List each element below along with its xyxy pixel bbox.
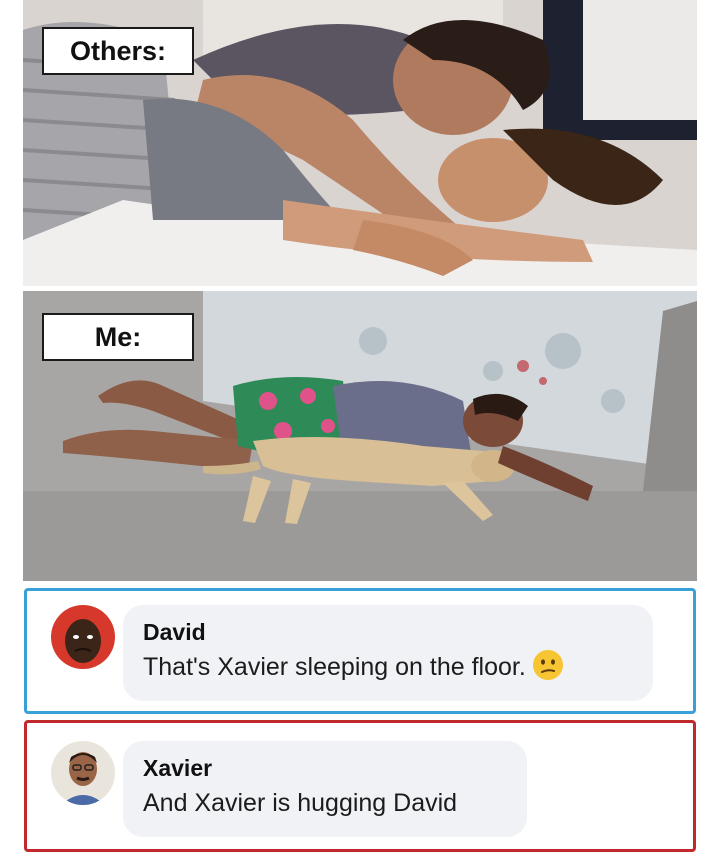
comment-card-david: David That's Xavier sleeping on the floo… [24, 588, 696, 714]
comment-text-content: That's Xavier sleeping on the floor. [143, 653, 526, 681]
comment-text: And Xavier is hugging David [143, 789, 458, 817]
comment-card-xavier: Xavier And Xavier is hugging David [24, 720, 696, 852]
confused-face-icon [532, 649, 564, 681]
avatar-xavier[interactable] [51, 741, 115, 805]
caption-others: Others: [42, 27, 194, 75]
avatar-david-icon [51, 605, 115, 669]
caption-me: Me: [42, 313, 194, 361]
avatar-david[interactable] [51, 605, 115, 669]
comment-bubble-david: David That's Xavier sleeping on the floo… [123, 605, 653, 701]
comment-text: That's Xavier sleeping on the floor. [143, 647, 633, 687]
comment-author[interactable]: Xavier [143, 753, 507, 783]
avatar-xavier-icon [51, 741, 115, 805]
comment-bubble-xavier: Xavier And Xavier is hugging David [123, 741, 527, 837]
comment-author[interactable]: David [143, 617, 633, 647]
